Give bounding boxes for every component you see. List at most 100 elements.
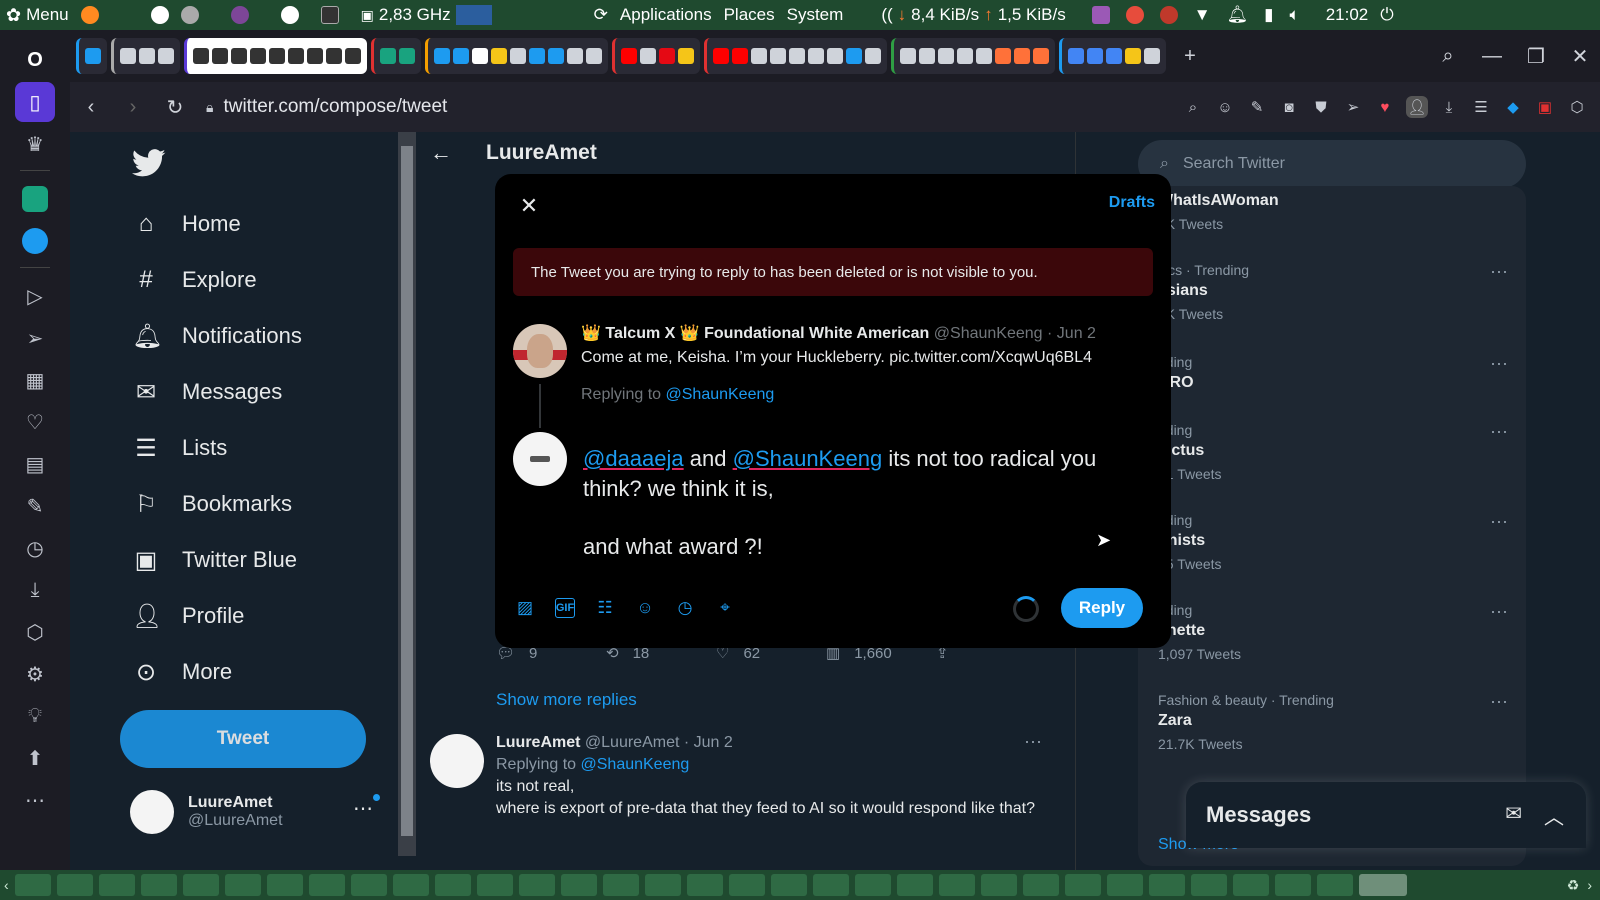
trend-item[interactable]: nding anette 1,097 Tweets ⋯ (1158, 602, 1508, 662)
heart-fill-icon[interactable]: ♥ (1374, 96, 1396, 118)
taskbar-window-button[interactable] (770, 874, 807, 896)
tab-group[interactable] (184, 38, 367, 74)
power-icon[interactable]: ⏻ (1374, 5, 1399, 25)
trend-item[interactable]: nding victus 01 Tweets ⋯ (1158, 422, 1508, 482)
app-launcher-icon[interactable] (145, 6, 175, 24)
trend-item[interactable]: Fashion & beauty · Trending Zara 21.7K T… (1158, 692, 1508, 752)
clock[interactable]: 21:02 (1320, 5, 1375, 25)
back-arrow-icon[interactable]: ← (430, 140, 452, 166)
twitter-bird-icon[interactable] (132, 146, 168, 182)
menu-places[interactable]: Places (718, 5, 781, 25)
taskbar-window-button[interactable] (560, 874, 597, 896)
firefox-launcher-icon[interactable] (75, 6, 105, 24)
taskbar-window-button[interactable] (392, 874, 429, 896)
original-author-name[interactable]: 👑 Talcum X 👑 Foundational White American (581, 325, 929, 342)
notification-bell-icon[interactable]: 🔔︎ (1227, 5, 1249, 25)
tab-group[interactable] (76, 38, 107, 74)
upload-icon[interactable]: ⬆ (15, 738, 55, 778)
taskbar-window-button[interactable] (476, 874, 513, 896)
taskbar-window-button[interactable] (854, 874, 891, 896)
edit-page-icon[interactable]: ✎ (1246, 96, 1268, 118)
camera-icon[interactable]: ◙ (1278, 96, 1300, 118)
tips-icon[interactable]: 💡︎ (15, 696, 55, 736)
expand-drawer-icon[interactable]: ︿ (1544, 801, 1564, 830)
trend-more-icon[interactable]: ⋯ (1490, 422, 1508, 443)
lock-icon[interactable]: 🔒︎ (206, 99, 213, 116)
nav-profile[interactable]: 👤︎ Profile (132, 594, 244, 638)
new-tab-icon[interactable]: + (1170, 38, 1210, 74)
settings-launcher-icon[interactable] (175, 6, 205, 24)
taskbar-scroll-left-icon[interactable]: ‹ (4, 877, 9, 893)
tab-group[interactable] (1059, 38, 1166, 74)
trend-more-icon[interactable]: ⋯ (1490, 692, 1508, 713)
send-icon[interactable]: ➢ (15, 318, 55, 358)
send-page-icon[interactable]: ➢ (1342, 96, 1364, 118)
taskbar-window-button[interactable] (140, 874, 177, 896)
tab-search-icon[interactable]: ⌕ (1428, 38, 1468, 74)
nav-home[interactable]: ⌂ Home (132, 202, 241, 246)
nav-lists[interactable]: ☰ Lists (132, 426, 227, 470)
taskbar-window-button[interactable] (938, 874, 975, 896)
volume-icon[interactable]: 🔈︎ (1290, 5, 1300, 25)
author-handle[interactable]: @LuureAmet (585, 734, 680, 751)
shield-icon[interactable]: ⛊ (1310, 96, 1332, 118)
twitter-sidebar-icon[interactable] (15, 221, 55, 261)
trend-more-icon[interactable]: ⋯ (1490, 602, 1508, 623)
replying-to-link[interactable]: @ShaunKeeng (581, 756, 690, 773)
opera-launcher-icon[interactable] (275, 6, 305, 24)
trend-more-icon[interactable]: ⋯ (1490, 262, 1508, 283)
trend-item[interactable]: nding onists 65 Tweets ⋯ (1158, 512, 1508, 572)
download-icon[interactable]: ⤓ (1438, 96, 1460, 118)
extension-badge-icon[interactable]: ▣ (1534, 96, 1556, 118)
taskbar-window-button[interactable] (1106, 874, 1143, 896)
scrollbar-thumb[interactable] (401, 146, 413, 836)
nav-twitter-blue[interactable]: ▣ Twitter Blue (132, 538, 297, 582)
downloads-icon[interactable]: ⤓ (15, 570, 55, 610)
nav-explore[interactable]: # Explore (132, 258, 256, 302)
nav-notifications[interactable]: 🔔︎ Notifications (132, 314, 302, 358)
extensions-icon[interactable]: ⬡ (15, 612, 55, 652)
tab-group[interactable] (425, 38, 608, 74)
trend-item[interactable]: nding ARO ⋯ (1158, 354, 1508, 392)
workspace-reading-icon[interactable]: ▯ (15, 82, 55, 122)
emoji-icon[interactable]: ☺ (1214, 96, 1236, 118)
close-window-icon[interactable]: ✕ (1560, 38, 1600, 74)
menu-applications[interactable]: Applications (614, 5, 718, 25)
schedule-icon[interactable]: ◷ (675, 598, 695, 618)
easy-setup-icon[interactable]: ☰ (1470, 96, 1492, 118)
tray-app-icon[interactable] (1159, 6, 1178, 24)
trend-item[interactable]: itics · Trending ssians 7K Tweets ⋯ (1158, 262, 1508, 322)
crown-icon[interactable]: ♛ (15, 124, 55, 164)
taskbar-window-button[interactable] (812, 874, 849, 896)
taskbar-window-button[interactable] (98, 874, 135, 896)
emoji-icon[interactable]: ☺ (635, 598, 655, 618)
edit-icon[interactable]: ✎ (15, 486, 55, 526)
sidebar-more-icon[interactable]: ⋯ (15, 780, 55, 820)
account-switcher[interactable]: LuureAmet @LuureAmet (130, 790, 283, 834)
network-icon[interactable]: ▼ (1194, 5, 1211, 25)
taskbar-window-button[interactable] (434, 874, 471, 896)
taskbar-window-button[interactable] (182, 874, 219, 896)
nav-bookmarks[interactable]: ⚐ Bookmarks (132, 482, 292, 526)
taskbar-scroll-right-icon[interactable]: › (1587, 877, 1592, 894)
menu-system[interactable]: System (781, 5, 850, 25)
taskbar-window-button[interactable] (518, 874, 555, 896)
back-icon[interactable]: ‹ (70, 89, 112, 125)
url-field[interactable]: twitter.com/compose/tweet (223, 96, 447, 118)
trash-icon[interactable]: ♻ (1567, 877, 1580, 894)
drafts-button[interactable]: Drafts (1109, 194, 1155, 212)
terminal-launcher-icon[interactable] (315, 6, 345, 24)
taskbar-window-button[interactable] (602, 874, 639, 896)
search-box[interactable]: ⌕ Search Twitter (1138, 140, 1526, 188)
nav-messages[interactable]: ✉ Messages (132, 370, 282, 414)
trend-more-icon[interactable]: ⋯ (1490, 354, 1508, 375)
messages-drawer[interactable]: Messages ✉ ︿ (1186, 782, 1586, 848)
account-more-icon[interactable]: ⋯ (353, 794, 380, 821)
tab-group[interactable] (111, 38, 180, 74)
profile-icon[interactable]: 👤︎ (1406, 96, 1428, 118)
tab-group[interactable] (704, 38, 887, 74)
taskbar-window-button[interactable] (1148, 874, 1185, 896)
tray-app-icon[interactable] (1091, 6, 1110, 24)
settings-icon[interactable]: ⚙ (15, 654, 55, 694)
trend-item[interactable]: WhatIsAWoman 5K Tweets (1158, 188, 1508, 232)
